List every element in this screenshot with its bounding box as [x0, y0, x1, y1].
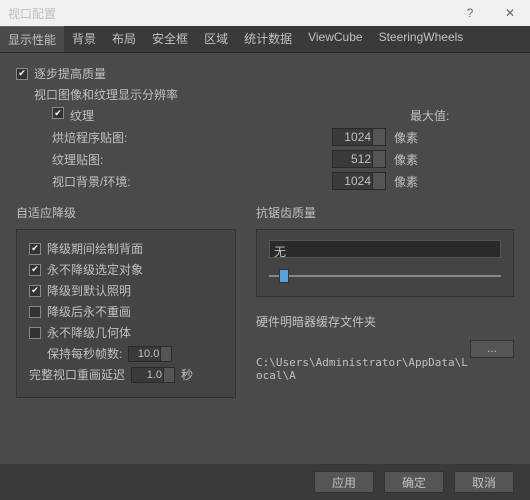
draw-backface-checkbox[interactable] [29, 243, 41, 255]
tab-display-perf[interactable]: 显示性能 [0, 26, 64, 52]
antialias-slider[interactable] [269, 266, 501, 286]
viewport-bg-spinner[interactable]: 1024 [332, 172, 386, 190]
tab-background[interactable]: 背景 [64, 26, 104, 52]
antialias-group: 无 [256, 229, 514, 297]
progressive-label: 逐步提高质量 [34, 65, 106, 82]
delay-label: 完整视口重画延迟 [29, 366, 125, 383]
texture-maps-label: 纹理贴图: [52, 151, 332, 168]
slider-thumb[interactable] [279, 269, 289, 283]
content-area: 逐步提高质量 视口图像和纹理显示分辨率 纹理 最大值: 烘焙程序贴图: 1024… [0, 53, 530, 410]
close-button[interactable]: ✕ [490, 0, 530, 26]
never-redraw-checkbox[interactable] [29, 306, 41, 318]
fps-spinner[interactable]: 10.0 [128, 346, 172, 362]
never-degrade-geom-label: 永不降级几何体 [47, 324, 131, 341]
baked-maps-label: 烘焙程序贴图: [52, 129, 332, 146]
never-degrade-sel-checkbox[interactable] [29, 264, 41, 276]
antialias-value[interactable]: 无 [269, 240, 501, 258]
cancel-button[interactable]: 取消 [454, 471, 514, 493]
tab-viewcube[interactable]: ViewCube [300, 26, 370, 52]
texture-checkbox[interactable] [52, 107, 64, 119]
browse-button[interactable]: ... [470, 340, 514, 358]
max-label: 最大值: [410, 107, 502, 124]
draw-backface-label: 降级期间绘制背面 [47, 240, 143, 257]
fps-label: 保持每秒帧数: [47, 345, 122, 362]
hardware-cache-title: 硬件明暗器缓存文件夹 [256, 313, 514, 330]
tab-stats[interactable]: 统计数据 [236, 26, 300, 52]
footer: 应用 确定 取消 [0, 464, 530, 500]
tab-bar: 显示性能 背景 布局 安全框 区域 统计数据 ViewCube Steering… [0, 26, 530, 53]
resolution-subtitle: 视口图像和纹理显示分辨率 [34, 86, 178, 103]
degrade-lighting-label: 降级到默认照明 [47, 282, 131, 299]
baked-maps-unit: 像素 [394, 129, 420, 146]
baked-maps-spinner[interactable]: 1024 [332, 128, 386, 146]
never-redraw-label: 降级后永不重画 [47, 303, 131, 320]
never-degrade-sel-label: 永不降级选定对象 [47, 261, 143, 278]
tab-layout[interactable]: 布局 [104, 26, 144, 52]
never-degrade-geom-checkbox[interactable] [29, 327, 41, 339]
texture-maps-unit: 像素 [394, 151, 420, 168]
texture-maps-spinner[interactable]: 512 [332, 150, 386, 168]
tab-region[interactable]: 区域 [196, 26, 236, 52]
progressive-checkbox[interactable] [16, 68, 28, 80]
help-button[interactable]: ? [450, 0, 490, 26]
antialias-title: 抗锯齿质量 [256, 204, 514, 221]
adaptive-group: 降级期间绘制背面 永不降级选定对象 降级到默认照明 降级后永不重画 永不降级几何… [16, 229, 236, 398]
texture-label: 纹理 [70, 107, 94, 124]
delay-unit: 秒 [181, 366, 193, 383]
cache-path: C:\Users\Administrator\AppData\Local\A [256, 356, 514, 382]
adaptive-title: 自适应降级 [16, 204, 236, 221]
degrade-lighting-checkbox[interactable] [29, 285, 41, 297]
viewport-bg-unit: 像素 [394, 173, 420, 190]
tab-steeringwheels[interactable]: SteeringWheels [371, 26, 472, 52]
delay-spinner[interactable]: 1.0 [131, 367, 175, 383]
ok-button[interactable]: 确定 [384, 471, 444, 493]
apply-button[interactable]: 应用 [314, 471, 374, 493]
window-title: 视口配置 [8, 5, 56, 22]
titlebar: 视口配置 ? ✕ [0, 0, 530, 26]
tab-safeframe[interactable]: 安全框 [144, 26, 196, 52]
viewport-bg-label: 视口背景/环境: [52, 173, 332, 190]
